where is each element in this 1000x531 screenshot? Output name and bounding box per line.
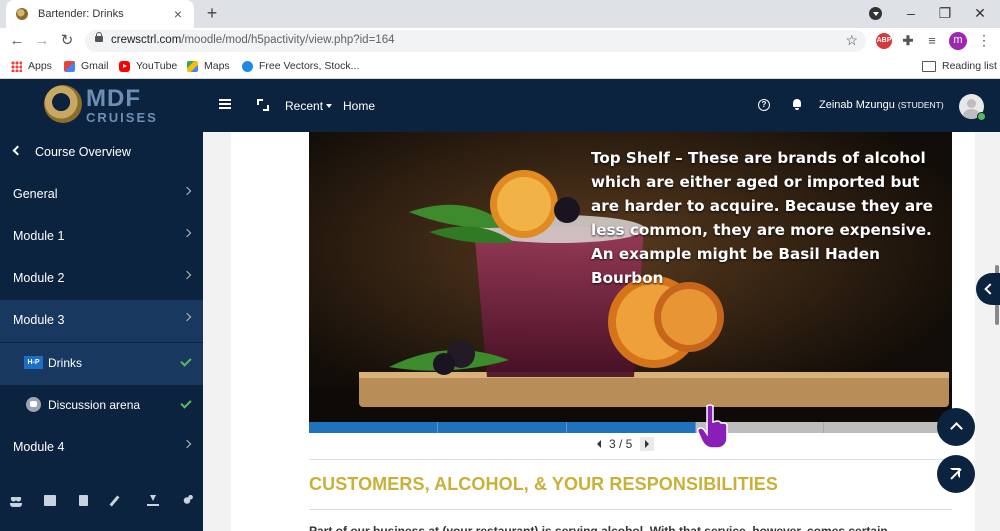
restore-icon[interactable]: ❐: [929, 0, 961, 28]
url-text: crewsctrl.com/moodle/mod/h5pactivity/vie…: [111, 34, 395, 46]
brush-icon[interactable]: [109, 495, 120, 507]
browser-tab[interactable]: Bartender: Drinks ×: [6, 0, 194, 28]
hamburger-menu-icon[interactable]: [219, 99, 231, 109]
close-tab-icon[interactable]: ×: [170, 6, 186, 22]
new-tab-icon[interactable]: +: [202, 3, 222, 23]
address-bar[interactable]: crewsctrl.com/moodle/mod/h5pactivity/vie…: [85, 30, 866, 52]
slide-caption: Top Shelf – These are brands of alcohol …: [591, 149, 933, 287]
browser-tabstrip: Bartender: Drinks × + – ❐ ✕: [0, 0, 1000, 28]
course-overview-link[interactable]: Course Overview: [0, 132, 203, 174]
bookmark-apps[interactable]: Apps: [11, 58, 52, 74]
fullscreen-icon[interactable]: [257, 99, 269, 111]
chevron-right-icon: [182, 270, 192, 280]
chevron-right-icon: [182, 439, 192, 449]
logo-subtext: CRUISES: [86, 110, 158, 125]
adblock-extension-icon[interactable]: ABP: [876, 33, 892, 49]
slide-progress-bar[interactable]: [309, 422, 952, 433]
youtube-icon: [119, 60, 130, 72]
body-text: Part of our business at (your restaurant…: [309, 524, 888, 531]
sidebar-item-drinks[interactable]: H-P Drinks: [0, 343, 203, 385]
sidebar-item-discussion-arena[interactable]: Discussion arena: [0, 385, 203, 427]
chevron-right-icon: [182, 312, 192, 322]
next-slide-icon[interactable]: [640, 437, 655, 451]
archive-icon[interactable]: [44, 495, 56, 506]
profile-avatar[interactable]: m: [949, 32, 967, 50]
participants-icon[interactable]: [10, 497, 22, 507]
sidebar-item-module-4[interactable]: Module 4: [0, 427, 203, 469]
minimize-icon[interactable]: –: [895, 0, 927, 28]
divider: [309, 459, 952, 460]
bookmark-star-icon[interactable]: ☆: [845, 32, 858, 49]
chevron-right-icon: [182, 228, 192, 238]
h5p-icon: H-P: [24, 356, 43, 369]
site-favicon-icon: [16, 8, 28, 20]
media-queue-icon[interactable]: ≡: [924, 33, 940, 49]
slide-counter: 3 / 5: [609, 437, 633, 451]
extensions-puzzle-icon[interactable]: ✚: [900, 33, 916, 49]
browser-toolbar: ← → ↻ crewsctrl.com/moodle/mod/h5pactivi…: [0, 28, 1000, 54]
sidebar-item-module-2[interactable]: Module 2: [0, 258, 203, 300]
bookmark-maps[interactable]: Maps: [187, 58, 230, 74]
bookmarks-bar: Apps Gmail YouTube Maps Free Vectors, St…: [0, 54, 1000, 79]
slide-progress-fill: [309, 422, 695, 433]
divider: [309, 509, 952, 510]
forward-arrow-icon[interactable]: →: [33, 32, 51, 50]
sidebar-item-general[interactable]: General: [0, 174, 203, 216]
forum-icon: [26, 397, 41, 412]
gmail-icon: [64, 60, 75, 72]
scroll-to-top-button[interactable]: [937, 408, 975, 446]
browser-menu-icon[interactable]: ⋮: [977, 32, 991, 49]
reload-icon[interactable]: ↻: [58, 32, 76, 50]
notifications-bell-icon[interactable]: [793, 99, 801, 110]
user-name: Zeinab Mzungu: [819, 99, 895, 111]
progress-segment-marker: [695, 422, 696, 433]
maps-icon: [187, 60, 198, 72]
chevron-right-icon: [182, 186, 192, 196]
window-close-icon[interactable]: ✕: [964, 0, 996, 28]
hand-pointer-cursor-icon: [697, 404, 728, 449]
apps-grid-icon: [11, 60, 22, 72]
home-link[interactable]: Home: [343, 99, 375, 113]
bookmark-gmail[interactable]: Gmail: [64, 58, 108, 74]
freepik-icon: [242, 60, 253, 72]
completed-check-icon: [180, 397, 192, 409]
completed-check-icon: [180, 355, 192, 367]
logo-emblem: [44, 85, 82, 123]
file-icon[interactable]: [79, 495, 88, 506]
previous-slide-icon[interactable]: [597, 440, 601, 448]
section-heading: CUSTOMERS, ALCOHOL, & YOUR RESPONSIBILIT…: [309, 474, 779, 494]
download-icon[interactable]: [147, 495, 159, 506]
expand-fullscreen-button[interactable]: [937, 455, 975, 493]
bookmark-youtube[interactable]: YouTube: [119, 58, 177, 74]
chevron-left-icon: [12, 145, 23, 156]
help-icon[interactable]: ?: [758, 99, 770, 111]
open-drawer-chevron-icon[interactable]: [976, 273, 1000, 305]
progress-segment-marker: [437, 422, 438, 433]
user-menu[interactable]: Zeinab Mzungu (STUDENT): [819, 99, 944, 111]
course-sidebar: Course Overview General Module 1 Module …: [0, 132, 203, 531]
recent-dropdown[interactable]: Recent: [285, 99, 332, 113]
tab-search-icon[interactable]: [869, 7, 882, 20]
progress-segment-marker: [823, 422, 824, 433]
bookmark-free-vectors[interactable]: Free Vectors, Stock...: [242, 58, 359, 74]
sidebar-item-module-1[interactable]: Module 1: [0, 216, 203, 258]
logo-text: MDF: [86, 85, 141, 112]
sidebar-footer-toolbar: [0, 483, 203, 519]
online-status-dot: [977, 112, 986, 121]
sidebar-item-module-3[interactable]: Module 3: [0, 300, 203, 342]
lock-icon: [95, 32, 103, 42]
reading-list-button[interactable]: Reading list: [922, 58, 997, 74]
site-logo[interactable]: MDF CRUISES: [44, 85, 156, 127]
settings-cogs-icon[interactable]: [181, 495, 193, 506]
progress-segment-marker: [566, 422, 567, 433]
slide-pager: 3 / 5: [597, 437, 655, 451]
back-arrow-icon[interactable]: ←: [8, 32, 26, 50]
reading-list-icon: [922, 60, 936, 72]
h5p-slide-image: Top Shelf – These are brands of alcohol …: [309, 132, 952, 422]
tab-title: Bartender: Drinks: [38, 8, 124, 20]
user-role: (STUDENT): [897, 100, 944, 110]
